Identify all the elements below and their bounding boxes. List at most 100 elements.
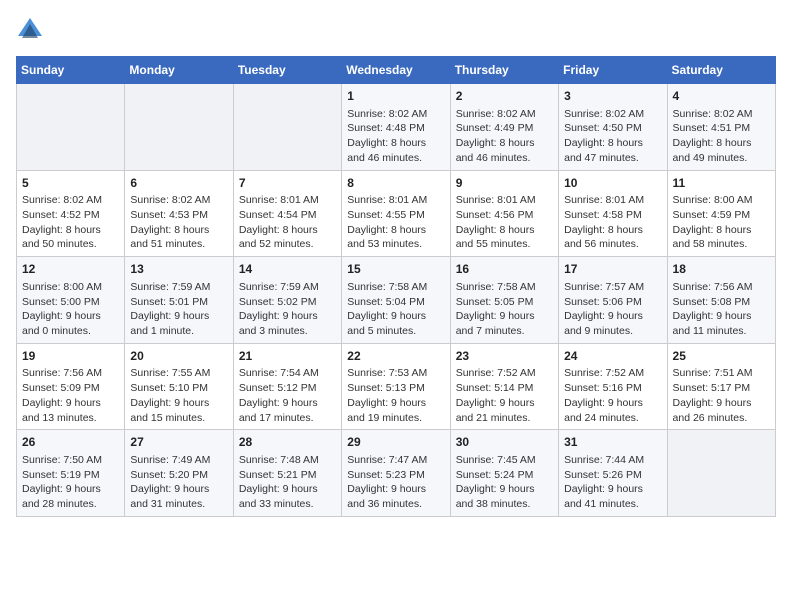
- cell-text: Sunrise: 7:58 AM: [456, 280, 553, 295]
- calendar-cell: 12Sunrise: 8:00 AMSunset: 5:00 PMDayligh…: [17, 257, 125, 344]
- cell-text: Daylight: 9 hours: [456, 309, 553, 324]
- cell-text: Daylight: 8 hours: [130, 223, 227, 238]
- cell-text: Sunset: 5:14 PM: [456, 381, 553, 396]
- day-number: 8: [347, 175, 444, 192]
- cell-text: Sunrise: 8:02 AM: [456, 107, 553, 122]
- day-number: 1: [347, 88, 444, 105]
- cell-text: Sunset: 5:20 PM: [130, 468, 227, 483]
- cell-text: and 28 minutes.: [22, 497, 119, 512]
- cell-text: and 31 minutes.: [130, 497, 227, 512]
- cell-text: and 21 minutes.: [456, 411, 553, 426]
- day-number: 12: [22, 261, 119, 278]
- cell-text: Daylight: 8 hours: [456, 223, 553, 238]
- calendar-cell: 31Sunrise: 7:44 AMSunset: 5:26 PMDayligh…: [559, 430, 667, 517]
- calendar-cell: 3 Sunrise: 8:02 AMSunset: 4:50 PMDaylight…: [559, 84, 667, 171]
- cell-text: and 46 minutes.: [456, 151, 553, 166]
- cell-text: and 52 minutes.: [239, 237, 336, 252]
- cell-text: Sunset: 5:13 PM: [347, 381, 444, 396]
- cell-text: Sunrise: 7:49 AM: [130, 453, 227, 468]
- cell-text: Daylight: 9 hours: [22, 482, 119, 497]
- cell-text: Sunset: 4:54 PM: [239, 208, 336, 223]
- cell-text: Sunrise: 8:00 AM: [673, 193, 770, 208]
- cell-text: and 17 minutes.: [239, 411, 336, 426]
- cell-text: and 46 minutes.: [347, 151, 444, 166]
- cell-text: Daylight: 9 hours: [673, 396, 770, 411]
- cell-text: Sunrise: 7:53 AM: [347, 366, 444, 381]
- cell-text: Daylight: 9 hours: [347, 482, 444, 497]
- calendar-cell: [233, 84, 341, 171]
- cell-text: Daylight: 9 hours: [130, 482, 227, 497]
- cell-text: Daylight: 9 hours: [564, 482, 661, 497]
- cell-text: and 38 minutes.: [456, 497, 553, 512]
- calendar-cell: 2Sunrise: 8:02 AMSunset: 4:49 PMDaylight…: [450, 84, 558, 171]
- day-number: 27: [130, 434, 227, 451]
- calendar-cell: 8Sunrise: 8:01 AMSunset: 4:55 PMDaylight…: [342, 170, 450, 257]
- cell-text: Daylight: 8 hours: [673, 136, 770, 151]
- cell-text: and 47 minutes.: [564, 151, 661, 166]
- cell-text: Daylight: 9 hours: [456, 396, 553, 411]
- calendar-cell: 7Sunrise: 8:01 AMSunset: 4:54 PMDaylight…: [233, 170, 341, 257]
- cell-text: Sunset: 5:01 PM: [130, 295, 227, 310]
- calendar-cell: 25Sunrise: 7:51 AMSunset: 5:17 PMDayligh…: [667, 343, 775, 430]
- cell-text: and 24 minutes.: [564, 411, 661, 426]
- calendar-cell: 22Sunrise: 7:53 AMSunset: 5:13 PMDayligh…: [342, 343, 450, 430]
- cell-text: Sunrise: 7:48 AM: [239, 453, 336, 468]
- cell-text: Sunset: 5:08 PM: [673, 295, 770, 310]
- cell-text: and 7 minutes.: [456, 324, 553, 339]
- cell-text: Daylight: 9 hours: [239, 482, 336, 497]
- cell-text: Sunrise: 8:01 AM: [564, 193, 661, 208]
- cell-text: Sunrise: 7:50 AM: [22, 453, 119, 468]
- cell-text: Sunset: 4:58 PM: [564, 208, 661, 223]
- cell-text: Sunrise: 8:02 AM: [347, 107, 444, 122]
- day-number: 22: [347, 348, 444, 365]
- cell-text: Sunrise: 7:57 AM: [564, 280, 661, 295]
- day-number: 11: [673, 175, 770, 192]
- cell-text: and 9 minutes.: [564, 324, 661, 339]
- logo: [16, 16, 48, 44]
- calendar-cell: 28Sunrise: 7:48 AMSunset: 5:21 PMDayligh…: [233, 430, 341, 517]
- day-number: 6: [130, 175, 227, 192]
- calendar-cell: 14Sunrise: 7:59 AMSunset: 5:02 PMDayligh…: [233, 257, 341, 344]
- cell-text: Daylight: 8 hours: [239, 223, 336, 238]
- calendar-body: 1Sunrise: 8:02 AMSunset: 4:48 PMDaylight…: [17, 84, 776, 517]
- cell-text: Daylight: 8 hours: [456, 136, 553, 151]
- cell-text: Daylight: 8 hours: [564, 136, 661, 151]
- calendar-cell: 1Sunrise: 8:02 AMSunset: 4:48 PMDaylight…: [342, 84, 450, 171]
- calendar-cell: 23Sunrise: 7:52 AMSunset: 5:14 PMDayligh…: [450, 343, 558, 430]
- cell-text: Sunrise: 7:51 AM: [673, 366, 770, 381]
- day-number: 3: [564, 88, 661, 105]
- weekday-header-saturday: Saturday: [667, 57, 775, 84]
- cell-text: Sunrise: 8:02 AM: [564, 107, 661, 122]
- cell-text: Sunrise: 7:52 AM: [564, 366, 661, 381]
- cell-text: Sunset: 5:09 PM: [22, 381, 119, 396]
- day-number: 17: [564, 261, 661, 278]
- cell-text: Daylight: 8 hours: [22, 223, 119, 238]
- calendar-cell: [17, 84, 125, 171]
- cell-text: Sunset: 5:19 PM: [22, 468, 119, 483]
- day-number: 19: [22, 348, 119, 365]
- cell-text: Sunrise: 7:45 AM: [456, 453, 553, 468]
- calendar-cell: 19Sunrise: 7:56 AMSunset: 5:09 PMDayligh…: [17, 343, 125, 430]
- cell-text: Daylight: 9 hours: [130, 396, 227, 411]
- day-number: 5: [22, 175, 119, 192]
- calendar-week-row: 1Sunrise: 8:02 AMSunset: 4:48 PMDaylight…: [17, 84, 776, 171]
- cell-text: Sunrise: 7:52 AM: [456, 366, 553, 381]
- cell-text: Sunrise: 7:59 AM: [239, 280, 336, 295]
- cell-text: Sunrise: 7:44 AM: [564, 453, 661, 468]
- calendar-cell: 26Sunrise: 7:50 AMSunset: 5:19 PMDayligh…: [17, 430, 125, 517]
- cell-text: Sunset: 5:04 PM: [347, 295, 444, 310]
- weekday-header-row: SundayMondayTuesdayWednesdayThursdayFrid…: [17, 57, 776, 84]
- calendar-cell: [667, 430, 775, 517]
- day-number: 24: [564, 348, 661, 365]
- calendar-cell: 30Sunrise: 7:45 AMSunset: 5:24 PMDayligh…: [450, 430, 558, 517]
- weekday-header-monday: Monday: [125, 57, 233, 84]
- cell-text: Daylight: 9 hours: [347, 396, 444, 411]
- calendar-cell: 16Sunrise: 7:58 AMSunset: 5:05 PMDayligh…: [450, 257, 558, 344]
- calendar-cell: 20Sunrise: 7:55 AMSunset: 5:10 PMDayligh…: [125, 343, 233, 430]
- cell-text: Sunset: 5:10 PM: [130, 381, 227, 396]
- weekday-header-friday: Friday: [559, 57, 667, 84]
- cell-text: Sunset: 4:50 PM: [564, 121, 661, 136]
- cell-text: Sunrise: 7:47 AM: [347, 453, 444, 468]
- cell-text: and 33 minutes.: [239, 497, 336, 512]
- cell-text: Sunrise: 7:59 AM: [130, 280, 227, 295]
